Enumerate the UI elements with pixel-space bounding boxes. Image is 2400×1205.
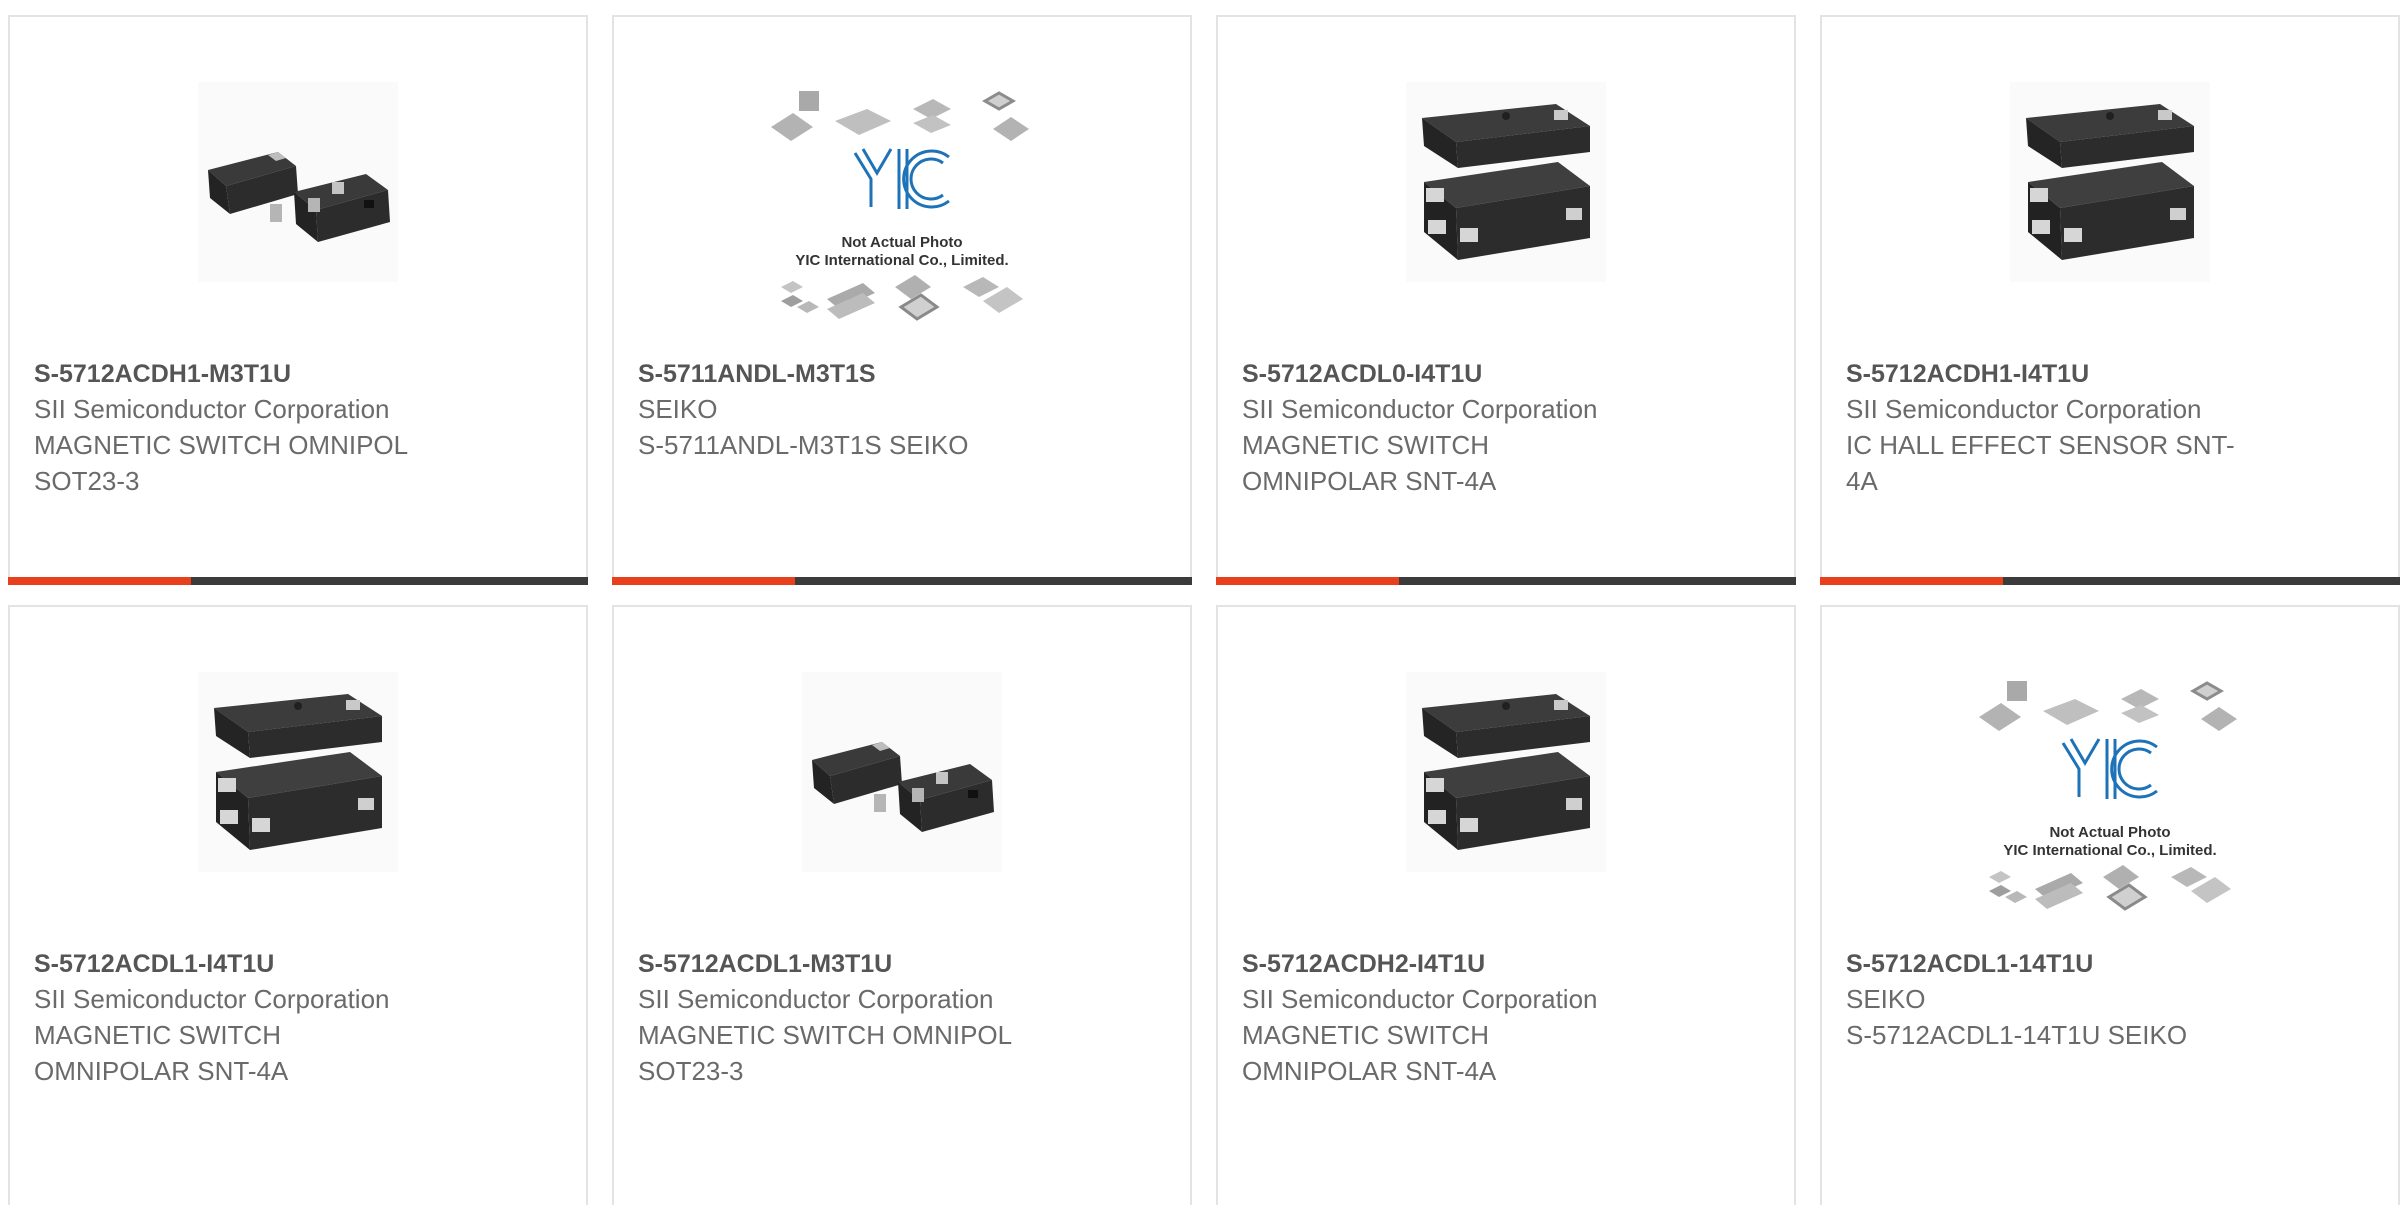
description-line: S-5711ANDL-M3T1S SEIKO [638,430,969,460]
card-bottom-bar [1216,577,1796,585]
product-card[interactable]: S-5712ACDH1-I4T1U SII Semiconductor Corpo… [1820,15,2400,585]
product-image[interactable] [1218,77,1794,287]
card-bottom-bar [8,577,588,585]
product-card[interactable]: S-5712ACDL0-I4T1U SII Semiconductor Corpo… [1216,15,1796,585]
not-actual-photo-image[interactable]: Not Actual Photo YIC International Co., … [614,91,1190,321]
description-line: SOT23-3 [638,1056,744,1086]
part-number-link[interactable]: S-5712ACDL1-14T1U [1846,947,2266,981]
part-number-link[interactable]: S-5712ACDH1-M3T1U [34,357,454,391]
card-bottom-bar [612,577,1192,585]
product-card[interactable]: S-5712ACDL1-M3T1U SII Semiconductor Corpo… [612,605,1192,1205]
card-accent-bar [612,577,795,585]
product-info: S-5712ACDL1-I4T1U SII Semiconductor Corpo… [34,947,454,1089]
part-number-link[interactable]: S-5712ACDH2-I4T1U [1242,947,1662,981]
manufacturer: SII Semiconductor Corporation [638,984,994,1014]
product-info: S-5712ACDL0-I4T1U SII Semiconductor Corpo… [1242,357,1662,499]
description-line: SOT23-3 [34,466,140,496]
part-number-link[interactable]: S-5712ACDL1-M3T1U [638,947,1058,981]
product-card[interactable]: S-5712ACDH1-M3T1U SII Semiconductor Corpo… [8,15,588,585]
product-image[interactable] [1822,77,2398,287]
manufacturer: SEIKO [638,394,718,424]
product-info: S-5712ACDL1-14T1U SEIKO S-5712ACDL1-14T1U … [1846,947,2266,1053]
product-info: S-5712ACDH1-M3T1U SII Semiconductor Corpo… [34,357,454,499]
part-number-link[interactable]: S-5712ACDH1-I4T1U [1846,357,2266,391]
description-line: MAGNETIC SWITCH [34,1020,281,1050]
description-line: OMNIPOLAR SNT-4A [1242,1056,1497,1086]
description-line: MAGNETIC SWITCH OMNIPOL [34,430,409,460]
product-card[interactable]: S-5712ACDL1-I4T1U SII Semiconductor Corpo… [8,605,588,1205]
card-bottom-bar [1820,577,2400,585]
manufacturer: SII Semiconductor Corporation [34,394,390,424]
product-info: S-5712ACDH1-I4T1U SII Semiconductor Corpo… [1846,357,2266,499]
product-grid: S-5712ACDH1-M3T1U SII Semiconductor Corpo… [8,15,2400,1205]
product-card[interactable]: Not Actual Photo YIC International Co., … [1820,605,2400,1205]
description-line: MAGNETIC SWITCH [1242,430,1489,460]
placeholder-line2: YIC International Co., Limited. [795,252,1008,269]
part-number-link[interactable]: S-5712ACDL1-I4T1U [34,947,454,981]
product-info: S-5712ACDL1-M3T1U SII Semiconductor Corpo… [638,947,1058,1089]
card-accent-bar [8,577,191,585]
description-line: OMNIPOLAR SNT-4A [34,1056,289,1086]
description-line: MAGNETIC SWITCH [1242,1020,1489,1050]
manufacturer: SII Semiconductor Corporation [1242,394,1598,424]
placeholder-line1: Not Actual Photo [2049,824,2170,841]
product-card[interactable]: Not Actual Photo YIC International Co., … [612,15,1192,585]
placeholder-line1: Not Actual Photo [841,234,962,251]
card-accent-bar [1820,577,2003,585]
manufacturer: SEIKO [1846,984,1926,1014]
card-accent-bar [1216,577,1399,585]
product-info: S-5712ACDH2-I4T1U SII Semiconductor Corpo… [1242,947,1662,1089]
description-line: MAGNETIC SWITCH OMNIPOL [638,1020,1013,1050]
product-image[interactable] [10,77,586,287]
part-number-link[interactable]: S-5712ACDL0-I4T1U [1242,357,1662,391]
manufacturer: SII Semiconductor Corporation [1242,984,1598,1014]
placeholder-line2: YIC International Co., Limited. [2003,842,2216,859]
description-line: OMNIPOLAR SNT-4A [1242,466,1497,496]
not-actual-photo-image[interactable]: Not Actual Photo YIC International Co., … [1822,681,2398,911]
product-card[interactable]: S-5712ACDH2-I4T1U SII Semiconductor Corpo… [1216,605,1796,1205]
product-image[interactable] [614,667,1190,877]
product-image[interactable] [1218,667,1794,877]
description-line: S-5712ACDL1-14T1U SEIKO [1846,1020,2188,1050]
product-image[interactable] [10,667,586,877]
manufacturer: SII Semiconductor Corporation [34,984,390,1014]
description-line: IC HALL EFFECT SENSOR SNT- [1846,430,2235,460]
product-info: S-5711ANDL-M3T1S SEIKO S-5711ANDL-M3T1S SE… [638,357,1058,463]
part-number-link[interactable]: S-5711ANDL-M3T1S [638,357,1058,391]
manufacturer: SII Semiconductor Corporation [1846,394,2202,424]
description-line: 4A [1846,466,1878,496]
